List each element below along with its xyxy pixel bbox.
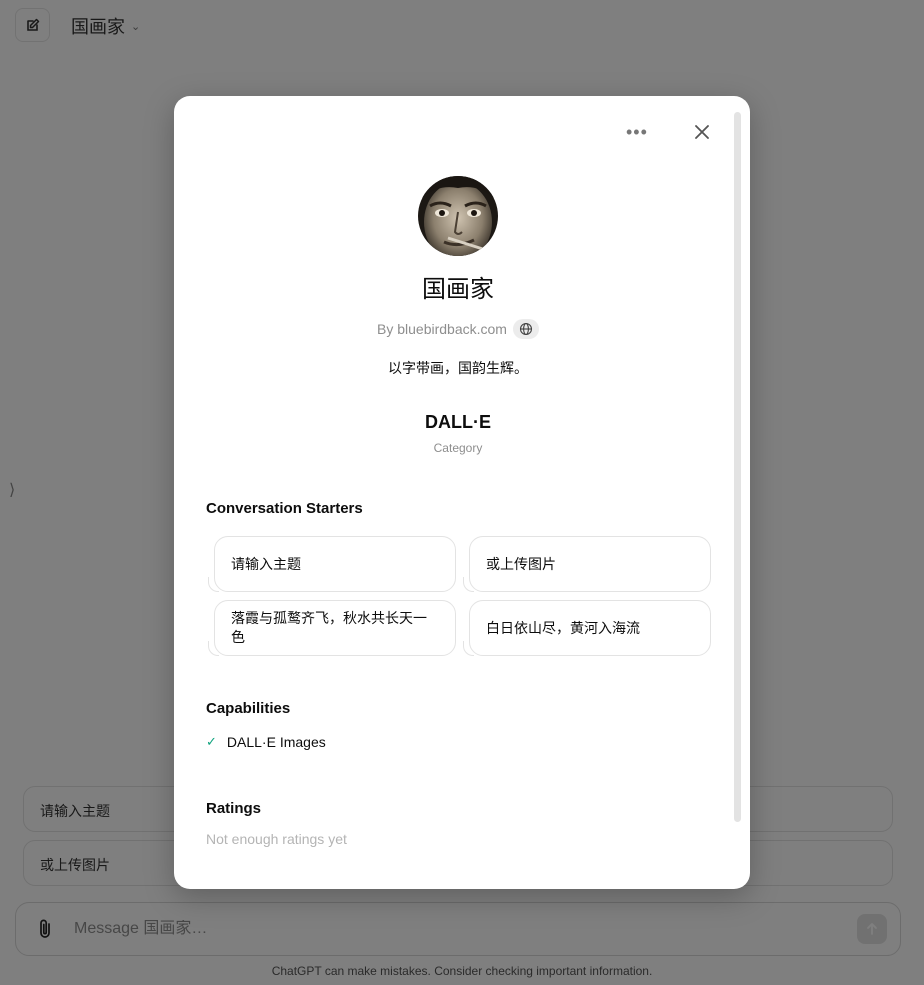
starter-card[interactable]: 白日依山尽，黄河入海流 [463,600,711,656]
website-link[interactable] [512,319,539,339]
close-button[interactable] [690,120,714,144]
starter-card[interactable]: 落霞与孤鹜齐飞，秋水共长天一色 [208,600,456,656]
ratings-heading: Ratings [206,800,262,817]
close-icon [695,125,709,139]
globe-icon [519,322,533,336]
starters-heading: Conversation Starters [206,500,363,517]
scrollbar[interactable] [734,112,741,822]
avatar [418,176,498,256]
gpt-info-dialog: ••• 国画家 By bluebirdback.com 以字带画，国韵生辉。 D… [174,96,750,889]
starter-card[interactable]: 请输入主题 [208,536,456,592]
check-icon: ✓ [206,734,217,749]
ratings-status: Not enough ratings yet [206,831,347,847]
starter-card[interactable]: 或上传图片 [463,536,711,592]
gpt-name: 国画家 [422,276,494,303]
category-value: DALL·E [425,412,491,432]
portrait-image [418,176,498,256]
capability-item: ✓ DALL·E Images [206,734,326,750]
gpt-description: 以字带画，国韵生辉。 [388,360,528,376]
more-icon[interactable]: ••• [626,122,648,143]
author-text: By bluebirdback.com [377,321,507,337]
category-label: Category [433,441,483,455]
capability-label: DALL·E Images [226,734,326,750]
author-row: By bluebirdback.com [174,319,742,339]
capabilities-heading: Capabilities [206,700,291,717]
